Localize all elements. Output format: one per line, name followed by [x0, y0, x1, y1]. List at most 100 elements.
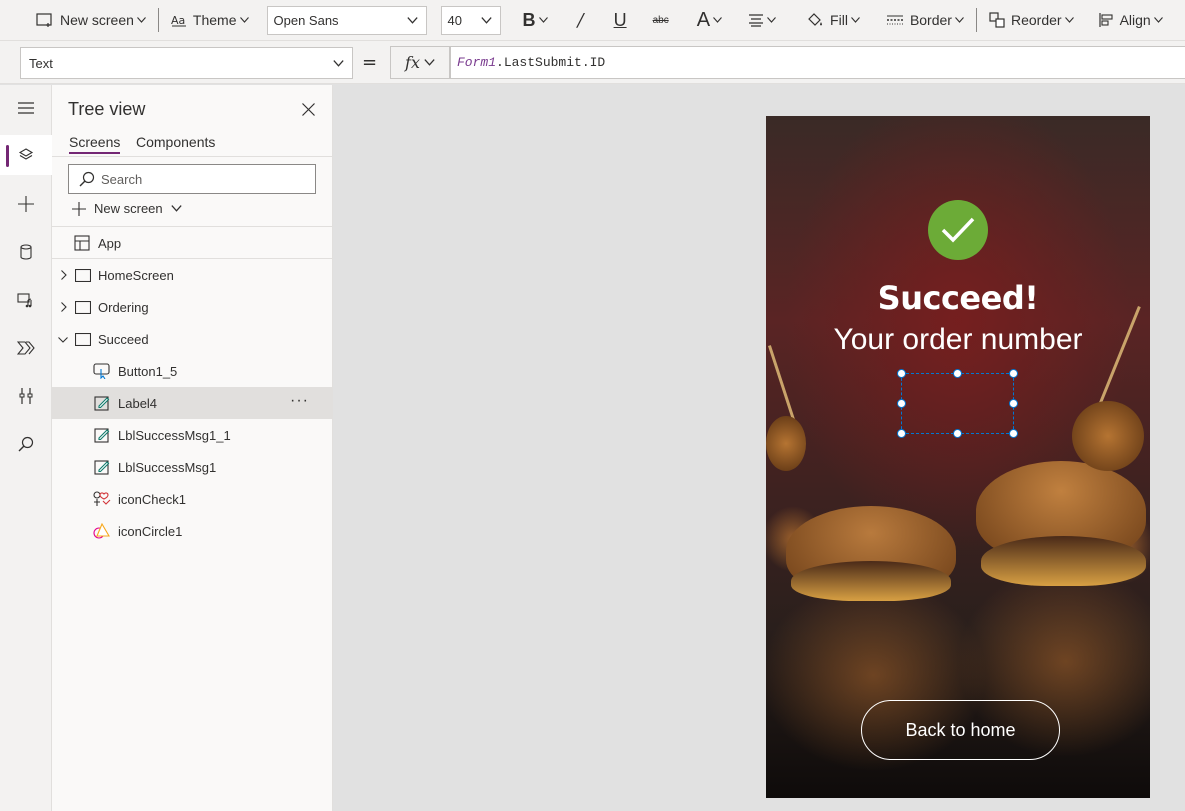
- new-screen-label: New screen: [60, 12, 134, 28]
- tree-item-label: App: [98, 235, 122, 251]
- property-select[interactable]: Text: [20, 47, 353, 79]
- italic-button[interactable]: /: [572, 5, 590, 35]
- tools-icon: [19, 388, 33, 404]
- tab-screens[interactable]: Screens: [69, 134, 121, 154]
- chevron-down-icon: [713, 17, 722, 23]
- close-icon: [301, 102, 315, 116]
- database-icon: [20, 244, 32, 260]
- label4-selected[interactable]: [897, 369, 1018, 438]
- resize-handle[interactable]: [1009, 369, 1018, 378]
- formula-input[interactable]: Form1 .LastSubmit.ID: [450, 46, 1185, 79]
- tree-item-lblsuccessmsg1[interactable]: LblSuccessMsg1: [52, 451, 333, 483]
- back-to-home-button[interactable]: Back to home: [861, 700, 1060, 760]
- align-icon: [1098, 13, 1113, 27]
- tree-item-label: iconCircle1: [118, 523, 183, 539]
- resize-handle[interactable]: [1009, 429, 1018, 438]
- tree-search-input[interactable]: Search: [68, 164, 316, 194]
- button-control-icon: [93, 362, 111, 380]
- border-button[interactable]: Border: [880, 5, 970, 35]
- italic-icon: /: [577, 9, 584, 31]
- burger-decoration: [981, 536, 1146, 586]
- rail-insert[interactable]: [0, 184, 52, 224]
- checkmark-icon: [941, 217, 975, 243]
- nugget-decoration: [1072, 401, 1144, 471]
- underline-button[interactable]: U: [608, 5, 633, 35]
- rail-search[interactable]: [0, 424, 52, 464]
- font-family-select[interactable]: Open Sans: [266, 5, 427, 35]
- tree-item-ordering[interactable]: Ordering: [52, 291, 333, 323]
- rail-advanced-tools[interactable]: [0, 376, 52, 416]
- rail-tree-view[interactable]: [0, 135, 52, 175]
- plus-icon: [72, 201, 86, 216]
- rail-power-automate[interactable]: [0, 328, 52, 368]
- layers-icon: [18, 148, 34, 160]
- tree-item-homescreen[interactable]: HomeScreen: [52, 259, 333, 291]
- strikethrough-button[interactable]: abc: [647, 5, 675, 35]
- chevron-down-icon[interactable]: [58, 335, 68, 345]
- tree-item-label: Ordering: [98, 299, 149, 315]
- plus-icon: [18, 196, 34, 212]
- fx-button[interactable]: fx: [390, 46, 450, 79]
- hamburger-menu[interactable]: [0, 88, 52, 128]
- bold-icon: B: [522, 9, 536, 30]
- align-label: Align: [1119, 12, 1151, 28]
- tabs-divider: [52, 156, 333, 157]
- more-options-button[interactable]: ···: [290, 393, 309, 409]
- rail-data[interactable]: [0, 232, 52, 272]
- reorder-button[interactable]: Reorder: [983, 5, 1080, 35]
- rail-media[interactable]: [0, 280, 52, 320]
- align-button[interactable]: Align: [1092, 5, 1169, 35]
- success-title[interactable]: Succeed!: [766, 279, 1150, 317]
- resize-handle[interactable]: [953, 369, 962, 378]
- resize-handle[interactable]: [897, 369, 906, 378]
- tree-item-label: HomeScreen: [98, 267, 174, 283]
- chevron-down-icon: [480, 16, 492, 24]
- chevron-right-icon[interactable]: [59, 270, 69, 280]
- underline-icon: U: [613, 9, 627, 30]
- chevron-down-icon: [406, 16, 418, 24]
- succeed-screen-preview[interactable]: Succeed! Your order number Back to home: [766, 116, 1150, 798]
- tree-item-iconcheck1[interactable]: iconCheck1: [52, 483, 333, 515]
- svg-text:Aa: Aa: [171, 14, 185, 27]
- chevron-right-icon[interactable]: [59, 302, 69, 312]
- font-color-button[interactable]: A: [691, 5, 728, 35]
- chevron-down-icon: [1153, 17, 1163, 23]
- fill-label: Fill: [830, 12, 848, 28]
- resize-handle[interactable]: [897, 429, 906, 438]
- tree-view-pane: Tree view Screens Components Search New …: [52, 85, 333, 811]
- tree-new-screen-button[interactable]: New screen: [72, 201, 182, 216]
- tree-item-succeed[interactable]: Succeed: [52, 323, 333, 355]
- close-pane-button[interactable]: [298, 99, 318, 119]
- order-number-label[interactable]: Your order number: [766, 323, 1150, 357]
- tab-components[interactable]: Components: [136, 134, 215, 150]
- font-size-select[interactable]: 40: [440, 5, 501, 35]
- tree-item-label: Button1_5: [118, 363, 178, 379]
- new-screen-label: New screen: [94, 201, 163, 216]
- new-screen-icon: [36, 13, 52, 27]
- border-label: Border: [909, 12, 952, 28]
- fill-button[interactable]: Fill: [800, 5, 866, 35]
- tree-item-lblsuccessmsg1-1[interactable]: LblSuccessMsg1_1: [52, 419, 333, 451]
- new-screen-button[interactable]: New screen: [30, 5, 152, 35]
- reorder-icon: [989, 12, 1005, 28]
- theme-icon: Aa: [171, 14, 186, 27]
- chevron-down-icon: [1064, 17, 1074, 23]
- tree-item-label4[interactable]: Label4 ···: [52, 387, 333, 419]
- chevron-down-icon: [424, 59, 435, 66]
- tree-item-button1-5[interactable]: Button1_5: [52, 355, 333, 387]
- check-circle-icon[interactable]: [928, 200, 988, 260]
- tree-item-app[interactable]: App: [52, 227, 333, 259]
- text-align-button[interactable]: [742, 5, 782, 35]
- reorder-label: Reorder: [1010, 12, 1062, 28]
- tree-item-iconcircle1[interactable]: iconCircle1: [52, 515, 333, 547]
- tree-item-label: Label4: [118, 395, 158, 411]
- bold-button[interactable]: B: [517, 5, 554, 35]
- chevron-down-icon: [767, 17, 776, 23]
- chevron-down-icon: [538, 17, 548, 23]
- resize-handle[interactable]: [953, 429, 962, 438]
- search-icon: [18, 436, 34, 452]
- resize-handle[interactable]: [897, 399, 906, 408]
- theme-button[interactable]: Aa Theme: [165, 5, 255, 35]
- font-family-value: Open Sans: [273, 12, 339, 28]
- resize-handle[interactable]: [1009, 399, 1018, 408]
